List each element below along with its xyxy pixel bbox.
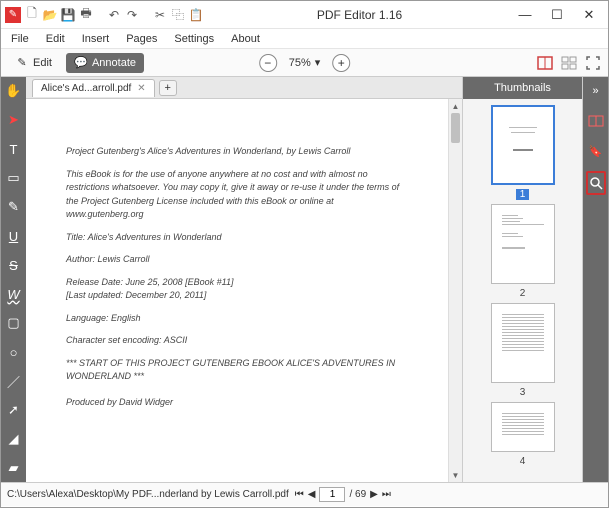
annotate-mode-button[interactable]: 💬 Annotate <box>66 53 144 73</box>
tab-label: Alice's Ad...arroll.pdf <box>41 83 131 94</box>
print-icon[interactable]: 🖶 <box>79 8 93 22</box>
strike-tool-icon[interactable]: S <box>6 257 22 273</box>
thumbnails-panel: Thumbnails 1 2 3 4 <box>463 77 583 482</box>
thumb-num-1: 1 <box>516 189 530 200</box>
statusbar: C:\Users\Alexa\Desktop\My PDF...nderland… <box>1 482 608 506</box>
thumbnails-header: Thumbnails <box>463 77 582 99</box>
erase-tool-icon[interactable]: ▰ <box>6 460 22 476</box>
thumbnail-page-1[interactable] <box>491 105 555 185</box>
pencil-icon: ✎ <box>15 56 29 70</box>
menu-edit[interactable]: Edit <box>44 31 67 47</box>
doc-line: Title: Alice's Adventures in Wonderland <box>66 231 412 245</box>
cut-icon[interactable]: ✂ <box>153 8 167 22</box>
zoom-value: 75% <box>289 57 311 69</box>
zoom-select[interactable]: 75% ▾ <box>283 54 327 71</box>
fit-width-icon[interactable] <box>586 111 606 131</box>
edit-mode-button[interactable]: ✎ Edit <box>7 53 60 73</box>
doc-line: *** START OF THIS PROJECT GUTENBERG EBOO… <box>66 357 412 384</box>
right-toolbar: » 🔖 <box>583 77 608 482</box>
window-title: PDF Editor 1.16 <box>203 8 516 22</box>
highlight-tool-icon[interactable]: ◢ <box>6 431 22 447</box>
page-total: / 69 <box>349 489 366 500</box>
scroll-up-icon[interactable]: ▲ <box>449 99 462 113</box>
scroll-down-icon[interactable]: ▼ <box>449 468 462 482</box>
select-tool-icon[interactable]: ➤ <box>6 112 22 128</box>
left-toolbar: ✋ ➤ T ▭ ✎ U S W ▢ ○ ／ ➚ ◢ ▰ <box>1 77 26 482</box>
doc-line: Produced by David Widger <box>66 396 412 410</box>
single-page-view-button[interactable] <box>536 55 554 71</box>
thumbnail-page-4[interactable] <box>491 402 555 452</box>
draw-tool-icon[interactable]: ✎ <box>6 199 22 215</box>
arrow-tool-icon[interactable]: ➚ <box>6 402 22 418</box>
doc-line: Character set encoding: ASCII <box>66 334 412 348</box>
maximize-button[interactable]: ☐ <box>548 7 566 23</box>
circle-tool-icon[interactable]: ○ <box>6 344 22 360</box>
collapse-panel-icon[interactable]: » <box>586 81 606 101</box>
app-icon: ✎ <box>5 7 21 23</box>
redo-icon[interactable]: ↷ <box>125 8 139 22</box>
doc-line: Release Date: June 25, 2008 [EBook #11] <box>66 276 412 290</box>
menu-insert[interactable]: Insert <box>80 31 112 47</box>
add-tab-button[interactable]: + <box>159 80 177 96</box>
thumbnail-page-2[interactable] <box>491 204 555 284</box>
file-path: C:\Users\Alexa\Desktop\My PDF...nderland… <box>7 489 289 500</box>
last-page-icon[interactable]: ⏭ <box>382 489 391 500</box>
wave-tool-icon[interactable]: W <box>6 286 22 302</box>
thumbnail-page-3[interactable] <box>491 303 555 383</box>
grid-view-button[interactable] <box>560 55 578 71</box>
copy-icon[interactable]: ⿻ <box>171 8 185 22</box>
undo-icon[interactable]: ↶ <box>107 8 121 22</box>
page-content[interactable]: Project Gutenberg's Alice's Adventures i… <box>36 105 442 476</box>
underline-tool-icon[interactable]: U <box>6 228 22 244</box>
zoom-out-button[interactable]: − <box>259 54 277 72</box>
menu-file[interactable]: File <box>9 31 31 47</box>
first-page-icon[interactable]: ⏮ <box>295 489 304 500</box>
text-tool-icon[interactable]: T <box>6 141 22 157</box>
save-icon[interactable]: 💾 <box>61 8 75 22</box>
thumb-num-2: 2 <box>520 288 526 299</box>
tab-close-icon[interactable]: ✕ <box>137 83 145 94</box>
doc-line: [Last updated: December 20, 2011] <box>66 289 412 303</box>
fullscreen-button[interactable] <box>584 55 602 71</box>
paste-icon[interactable]: 📋 <box>189 8 203 22</box>
doc-line: This eBook is for the use of anyone anyw… <box>66 168 412 222</box>
comment-icon: 💬 <box>74 56 88 70</box>
vertical-scrollbar[interactable]: ▲ ▼ <box>448 99 462 482</box>
zoom-in-button[interactable]: + <box>332 54 350 72</box>
doc-line: Project Gutenberg's Alice's Adventures i… <box>66 145 412 159</box>
hand-tool-icon[interactable]: ✋ <box>6 83 22 99</box>
new-icon[interactable]: 🗋 <box>25 8 39 22</box>
open-icon[interactable]: 📂 <box>43 8 57 22</box>
menu-pages[interactable]: Pages <box>124 31 159 47</box>
rect-tool-icon[interactable]: ▢ <box>6 315 22 331</box>
titlebar: ✎ 🗋 📂 💾 🖶 ↶ ↷ ✂ ⿻ 📋 PDF Editor 1.16 — ☐ … <box>1 1 608 29</box>
edit-label: Edit <box>33 57 52 69</box>
minimize-button[interactable]: — <box>516 7 534 22</box>
chevron-down-icon: ▾ <box>315 56 321 69</box>
menu-about[interactable]: About <box>229 31 262 47</box>
toolbar: ✎ Edit 💬 Annotate − 75% ▾ + <box>1 49 608 77</box>
page-input[interactable] <box>319 487 345 502</box>
bookmark-icon[interactable]: 🔖 <box>586 141 606 161</box>
close-button[interactable]: ✕ <box>580 7 598 23</box>
document-tab[interactable]: Alice's Ad...arroll.pdf ✕ <box>32 79 155 97</box>
scroll-thumb[interactable] <box>451 113 460 143</box>
document-area: Alice's Ad...arroll.pdf ✕ + Project Gute… <box>26 77 463 482</box>
thumb-num-4: 4 <box>520 456 526 467</box>
note-tool-icon[interactable]: ▭ <box>6 170 22 186</box>
next-page-icon[interactable]: ▶ <box>370 489 378 500</box>
line-tool-icon[interactable]: ／ <box>6 373 22 389</box>
menubar: File Edit Insert Pages Settings About <box>1 29 608 49</box>
annotate-label: Annotate <box>92 57 136 69</box>
tabbar: Alice's Ad...arroll.pdf ✕ + <box>26 77 462 99</box>
doc-line: Author: Lewis Carroll <box>66 253 412 267</box>
thumb-num-3: 3 <box>520 387 526 398</box>
menu-settings[interactable]: Settings <box>172 31 216 47</box>
doc-line: Language: English <box>66 312 412 326</box>
search-icon[interactable] <box>586 171 606 195</box>
prev-page-icon[interactable]: ◀ <box>308 489 316 500</box>
